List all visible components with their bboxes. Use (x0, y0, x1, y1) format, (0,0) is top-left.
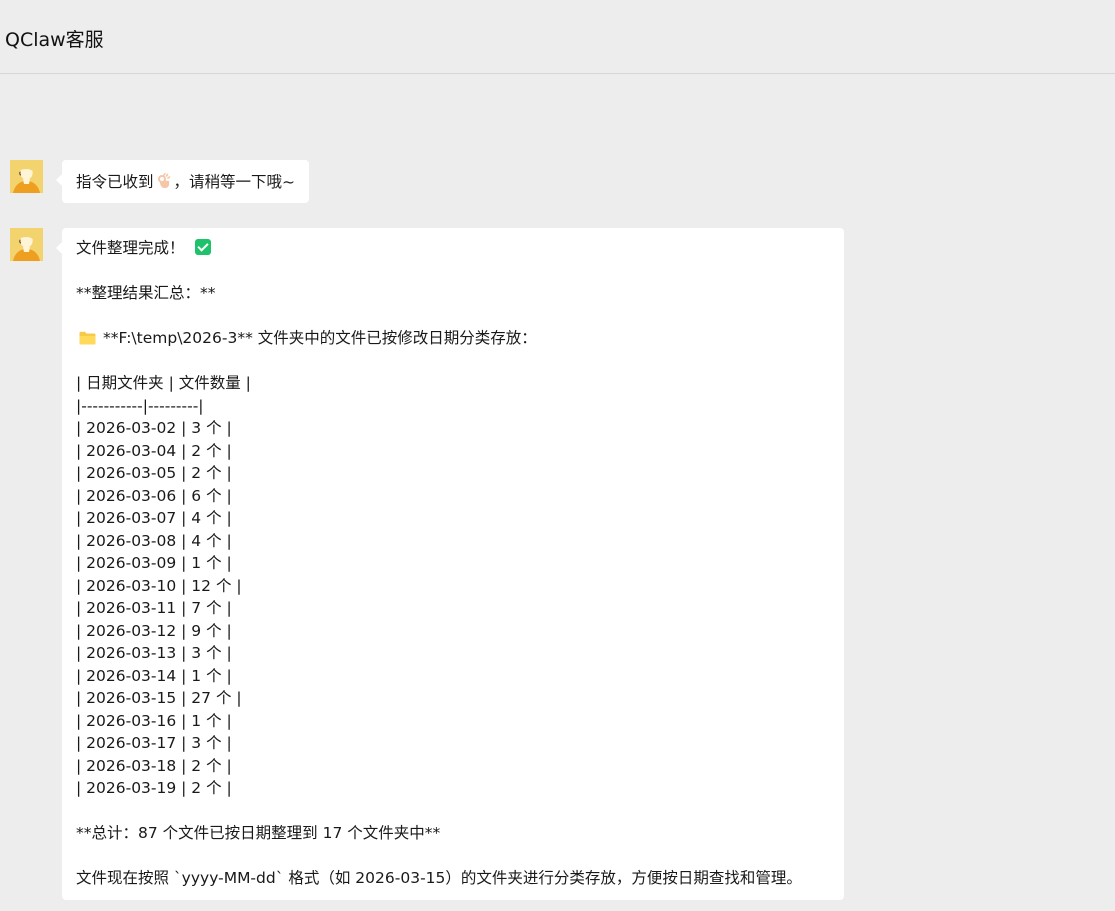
ok-hand-icon (157, 173, 171, 189)
table-row: | 2026-03-16 | 1 个 | (76, 711, 232, 730)
table-row: | 2026-03-18 | 2 个 | (76, 756, 232, 775)
message-text-suffix: ，请稍等一下哦~ (173, 173, 296, 191)
message-bubble-received[interactable]: 指令已收到 ，请稍等一下哦~ (55, 160, 310, 203)
table-row: | 2026-03-17 | 3 个 | (76, 734, 232, 752)
table-row: | 2026-03-04 | 2 个 | (76, 441, 232, 460)
folder-icon (79, 329, 96, 345)
message-title: 文件整理完成！ (76, 239, 185, 257)
table-row: | 2026-03-19 | 2 个 | (76, 779, 232, 797)
message-text: 指令已收到 (76, 173, 154, 191)
table-row: | 2026-03-14 | 1 个 | (76, 666, 232, 685)
user-avatar-icon[interactable] (10, 160, 43, 193)
table-row: | 2026-03-06 | 6 个 | (76, 486, 232, 505)
table-header: | 日期文件夹 | 文件数量 | (76, 374, 251, 392)
user-avatar-icon[interactable] (10, 228, 43, 261)
folder-line: **F:\temp\2026-3** 文件夹中的文件已按修改日期分类存放： (76, 327, 830, 350)
table-row: | 2026-03-12 | 9 个 | (76, 621, 232, 640)
table-row: | 2026-03-02 | 3 个 | (76, 419, 232, 437)
check-mark-icon (194, 239, 211, 255)
table-row: | 2026-03-11 | 7 个 | (76, 599, 232, 617)
folder-path-text: **F:\temp\2026-3** 文件夹中的文件已按修改日期分类存放： (103, 329, 537, 347)
table-row: | 2026-03-10 | 12 个 | (76, 576, 242, 595)
message-bubble-received[interactable]: 文件整理完成！ **整理结果汇总：** **F:\temp\2026-3** 文… (56, 228, 844, 900)
table-row: | 2026-03-07 | 4 个 | (76, 509, 232, 527)
message-title-line: 文件整理完成！ (76, 237, 830, 260)
table-row: | 2026-03-09 | 1 个 | (76, 554, 232, 572)
chat-header: QClaw客服 (0, 0, 1115, 74)
footer-line: 文件现在按照 `yyyy-MM-dd` 格式（如 2026-03-15）的文件夹… (76, 869, 802, 887)
chat-title: QClaw客服 (5, 29, 104, 51)
table-row: | 2026-03-13 | 3 个 | (76, 644, 232, 662)
total-line: **总计：87 个文件已按日期整理到 17 个文件夹中** (76, 824, 441, 842)
table-separator: |-----------|---------| (76, 396, 204, 415)
table-row: | 2026-03-15 | 27 个 | (76, 689, 242, 707)
table-row: | 2026-03-08 | 4 个 | (76, 531, 232, 550)
summary-heading: **整理结果汇总：** (76, 284, 216, 302)
table-row: | 2026-03-05 | 2 个 | (76, 464, 232, 482)
